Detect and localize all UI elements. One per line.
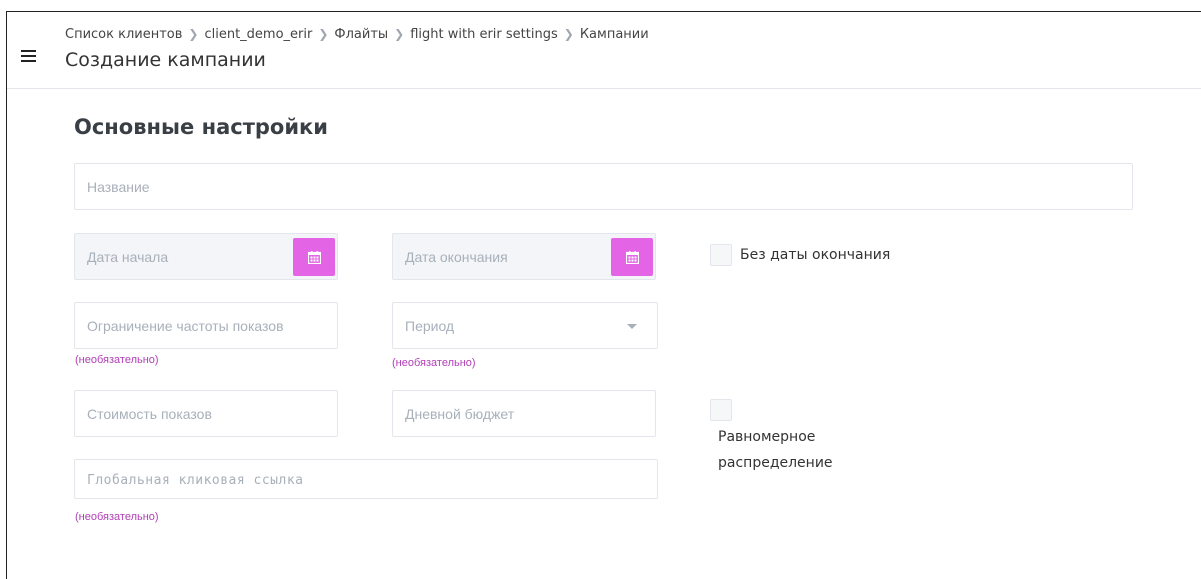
chevron-right-icon: ❯ (318, 27, 329, 41)
frequency-cap-field (74, 302, 338, 349)
end-date-field (392, 233, 656, 280)
end-date-calendar-button[interactable] (611, 238, 653, 276)
calendar-icon (625, 250, 639, 264)
hamburger-menu-icon[interactable] (21, 50, 36, 64)
no-end-date-checkbox[interactable] (710, 244, 732, 266)
chevron-right-icon: ❯ (563, 27, 574, 41)
cost-input[interactable] (75, 391, 337, 436)
start-date-field (74, 233, 338, 280)
start-date-input[interactable] (75, 234, 295, 279)
global-link-input[interactable] (75, 460, 657, 498)
global-link-field (74, 459, 658, 499)
period-select[interactable]: Период (392, 302, 658, 349)
breadcrumb: Список клиентов ❯ client_demo_erir ❯ Флайты ❯… (65, 27, 649, 42)
page-title: Создание кампании (65, 49, 266, 71)
section-title: Основные настройки (74, 115, 329, 139)
breadcrumb-item-clients[interactable]: Список клиентов (65, 27, 182, 42)
daily-budget-input[interactable] (393, 391, 655, 436)
cost-field (74, 390, 338, 437)
global-link-hint: (необязательно) (75, 511, 159, 523)
end-date-input[interactable] (393, 234, 613, 279)
breadcrumb-item-client[interactable]: client_demo_erir (204, 27, 312, 42)
name-input[interactable] (75, 164, 1132, 209)
caret-down-icon (627, 324, 637, 329)
even-distribution-label-line1: Равномерное (718, 429, 816, 445)
breadcrumb-item-campaigns[interactable]: Кампании (580, 27, 649, 42)
breadcrumb-item-flights[interactable]: Флайты (334, 27, 388, 42)
start-date-calendar-button[interactable] (293, 238, 335, 276)
chevron-right-icon: ❯ (188, 27, 199, 41)
name-field-container (74, 163, 1133, 210)
daily-budget-field (392, 390, 656, 437)
page-header: Список клиентов ❯ client_demo_erir ❯ Флайты ❯… (7, 12, 1201, 89)
even-distribution-checkbox[interactable] (710, 399, 732, 421)
breadcrumb-item-flight[interactable]: flight with erir settings (410, 27, 558, 42)
chevron-right-icon: ❯ (394, 27, 405, 41)
no-end-date-label: Без даты окончания (740, 247, 891, 263)
frequency-cap-hint: (необязательно) (75, 354, 159, 366)
even-distribution-label-line2: распределение (718, 455, 833, 471)
frequency-cap-input[interactable] (75, 303, 337, 348)
period-hint: (необязательно) (392, 357, 476, 369)
calendar-icon (307, 250, 321, 264)
period-select-value: Период (405, 318, 455, 334)
